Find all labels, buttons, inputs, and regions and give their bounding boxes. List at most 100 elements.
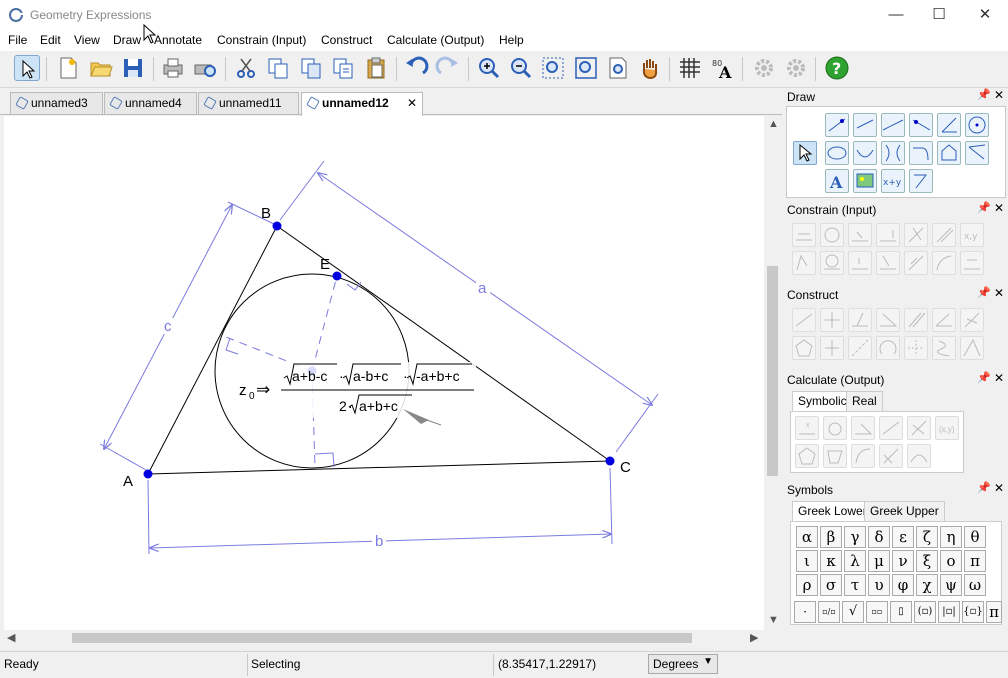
symbol-matrix-icon[interactable]: {▫} bbox=[962, 601, 984, 623]
symbol-gamma[interactable]: γ bbox=[844, 526, 866, 548]
construct-intersection-icon[interactable] bbox=[820, 308, 844, 332]
constrain-coordinates-icon[interactable] bbox=[876, 251, 900, 275]
point-b[interactable] bbox=[272, 221, 282, 231]
symbol-subscript-icon[interactable]: ▯ bbox=[890, 601, 912, 623]
construct-bisector-icon[interactable] bbox=[876, 308, 900, 332]
copy-special-icon[interactable] bbox=[330, 55, 356, 81]
undo-icon[interactable] bbox=[403, 55, 429, 81]
tab-unnamed12[interactable]: unnamed12 ✕ bbox=[301, 92, 423, 116]
panel-close-icon[interactable]: ✕ bbox=[994, 201, 1004, 215]
symbol-lambda[interactable]: λ bbox=[844, 550, 866, 572]
calc-area-icon[interactable] bbox=[907, 416, 931, 440]
horizontal-scrollbar[interactable]: ◀ ▶ bbox=[4, 630, 764, 646]
grid-icon[interactable] bbox=[677, 55, 703, 81]
construct-midpoint-icon[interactable] bbox=[792, 308, 816, 332]
constrain-equation-icon[interactable] bbox=[960, 251, 984, 275]
symbol-beta[interactable]: β bbox=[820, 526, 842, 548]
label-side-c[interactable]: c bbox=[164, 318, 172, 335]
calc-slope-icon[interactable] bbox=[879, 416, 903, 440]
constrain-slope-icon[interactable] bbox=[904, 251, 928, 275]
close-button[interactable]: ✕ bbox=[970, 4, 1000, 26]
font-icon[interactable]: 80 A bbox=[710, 55, 736, 82]
scroll-thumb[interactable] bbox=[72, 633, 692, 643]
tab-unnamed4[interactable]: unnamed4 bbox=[104, 92, 197, 114]
zoom-in-icon[interactable] bbox=[476, 55, 502, 81]
tab-close-icon[interactable]: ✕ bbox=[407, 96, 417, 110]
scroll-down-icon[interactable]: ▼ bbox=[768, 614, 779, 626]
symbol-dot[interactable]: · bbox=[794, 601, 816, 623]
open-folder-icon[interactable] bbox=[88, 55, 114, 81]
symbol-omega[interactable]: ω bbox=[964, 574, 986, 596]
cut-icon[interactable] bbox=[233, 55, 259, 81]
symbol-sigma[interactable]: σ bbox=[820, 574, 842, 596]
new-file-icon[interactable] bbox=[55, 55, 81, 81]
symbol-nu[interactable]: ν bbox=[892, 550, 914, 572]
constrain-incident-icon[interactable] bbox=[848, 251, 872, 275]
symbol-phi[interactable]: φ bbox=[892, 574, 914, 596]
panel-close-icon[interactable]: ✕ bbox=[994, 371, 1004, 385]
draw-arc-icon[interactable] bbox=[853, 141, 877, 165]
draw-text-icon[interactable]: A bbox=[825, 169, 849, 193]
constrain-congruent-icon[interactable] bbox=[792, 251, 816, 275]
symbol-upsilon[interactable]: υ bbox=[868, 574, 890, 596]
select-arrow-icon[interactable] bbox=[14, 55, 40, 81]
symbol-power-icon[interactable]: ▫▫ bbox=[866, 601, 888, 623]
copy-icon[interactable] bbox=[265, 55, 291, 81]
draw-curve-icon[interactable] bbox=[909, 141, 933, 165]
panel-close-icon[interactable]: ✕ bbox=[994, 88, 1004, 102]
label-point-b[interactable]: B bbox=[261, 205, 271, 222]
label-point-c[interactable]: C bbox=[620, 459, 631, 476]
pan-hand-icon[interactable] bbox=[637, 55, 663, 81]
print-icon[interactable] bbox=[160, 55, 186, 81]
symbol-fraction-icon[interactable]: ▫/▫ bbox=[818, 601, 840, 623]
menu-view[interactable]: View bbox=[74, 33, 100, 47]
label-side-b[interactable]: b bbox=[375, 533, 383, 550]
menu-annotate[interactable]: Annotate bbox=[154, 33, 202, 47]
constrain-implicit-icon[interactable]: x,y bbox=[960, 223, 984, 247]
constrain-tangent-icon[interactable] bbox=[820, 251, 844, 275]
point-a[interactable] bbox=[143, 469, 153, 479]
tab-unnamed3[interactable]: unnamed3 bbox=[10, 92, 103, 114]
maximize-button[interactable]: ☐ bbox=[924, 4, 954, 26]
symbol-omicron[interactable]: ο bbox=[940, 550, 962, 572]
draw-line-icon[interactable] bbox=[881, 113, 905, 137]
print-preview-icon[interactable] bbox=[192, 55, 218, 81]
constrain-direction-icon[interactable] bbox=[876, 223, 900, 247]
draw-hyperbola-icon[interactable] bbox=[881, 141, 905, 165]
construct-rotation-icon[interactable] bbox=[876, 336, 900, 360]
draw-segment-icon[interactable] bbox=[853, 113, 877, 137]
settings-gear-2-icon[interactable] bbox=[783, 55, 809, 81]
symbol-pi[interactable]: π bbox=[964, 550, 986, 572]
symbol-chi[interactable]: χ bbox=[916, 574, 938, 596]
side-ac[interactable] bbox=[147, 460, 611, 475]
draw-point-icon[interactable] bbox=[825, 113, 849, 137]
label-point-a[interactable]: A bbox=[123, 473, 133, 490]
tab-greek-upper[interactable]: Greek Upper bbox=[864, 501, 945, 521]
symbol-eta[interactable]: η bbox=[940, 526, 962, 548]
menu-construct[interactable]: Construct bbox=[321, 33, 372, 47]
calc-perimeter-icon[interactable] bbox=[795, 444, 819, 468]
scroll-up-icon[interactable]: ▲ bbox=[768, 118, 779, 130]
calc-distance-icon[interactable]: x bbox=[795, 416, 819, 440]
tab-symbolic[interactable]: Symbolic bbox=[792, 391, 853, 411]
point-c[interactable] bbox=[605, 456, 615, 466]
panel-close-icon[interactable]: ✕ bbox=[994, 286, 1004, 300]
pin-icon[interactable]: 📌 bbox=[977, 286, 991, 299]
save-disk-icon[interactable] bbox=[120, 55, 146, 81]
symbol-zeta[interactable]: ζ bbox=[916, 526, 938, 548]
calc-parametric-icon[interactable] bbox=[879, 444, 903, 468]
symbol-sqrt-icon[interactable]: √ bbox=[842, 601, 864, 623]
calc-radius-icon[interactable] bbox=[823, 416, 847, 440]
constrain-parallel-icon[interactable] bbox=[932, 223, 956, 247]
construct-angle-bisector-icon[interactable] bbox=[932, 308, 956, 332]
constrain-distance-icon[interactable] bbox=[792, 223, 816, 247]
draw-angle-icon[interactable] bbox=[937, 113, 961, 137]
symbol-mu[interactable]: μ bbox=[868, 550, 890, 572]
scroll-left-icon[interactable]: ◀ bbox=[7, 631, 15, 644]
angle-units-select[interactable]: Degrees ▼ bbox=[648, 654, 718, 674]
construct-perpendicular-icon[interactable] bbox=[848, 308, 872, 332]
pin-icon[interactable]: 📌 bbox=[977, 88, 991, 101]
menu-constrain[interactable]: Constrain (Input) bbox=[217, 33, 306, 47]
calc-implicit-icon[interactable] bbox=[907, 444, 931, 468]
construct-locus-icon[interactable] bbox=[932, 336, 956, 360]
